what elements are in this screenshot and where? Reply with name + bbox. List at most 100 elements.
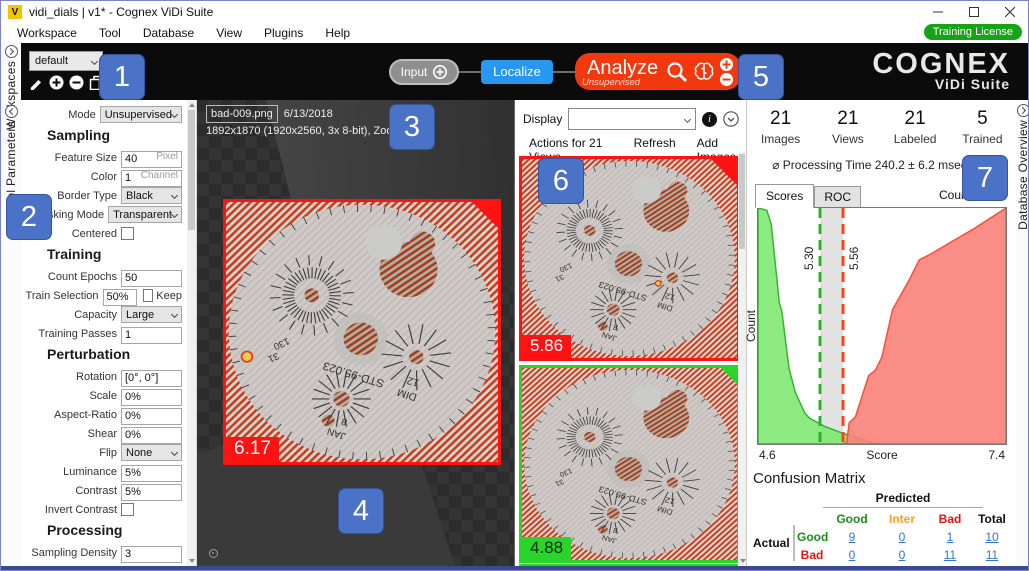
color-unit: Channel: [141, 170, 178, 181]
brand-cognex: COGNEX: [872, 50, 1010, 79]
col-header-good: Good: [829, 512, 875, 526]
menu-plugins[interactable]: Plugins: [258, 26, 309, 40]
keep-checkbox[interactable]: [143, 289, 154, 302]
col-header-total: Total: [969, 512, 1015, 526]
border-type-select[interactable]: Black: [121, 187, 182, 204]
callout-2: 2: [6, 194, 52, 240]
zoom-out-icon[interactable]: [720, 73, 733, 86]
localize-tool-button[interactable]: Localize: [481, 60, 553, 84]
col-header-bad: Bad: [927, 512, 973, 526]
display-filter-select[interactable]: [568, 108, 696, 130]
scroll-down-icon[interactable]: [189, 559, 195, 563]
svg-text:5.56: 5.56: [847, 246, 861, 270]
callout-4: 4: [338, 488, 384, 534]
tab-roc[interactable]: ROC: [814, 186, 861, 208]
aspect-ratio-input[interactable]: [121, 408, 182, 425]
thumb-score-badge: 5.86: [522, 335, 571, 358]
brain-icon: [693, 61, 716, 82]
image-date: 6/13/2018: [284, 108, 333, 120]
workflow-group: Input Localize Analyze Unsupervised: [389, 43, 741, 100]
localize-tool-label: Localize: [493, 64, 541, 79]
brand-logo: COGNEX ViDi Suite: [872, 50, 1010, 92]
close-button[interactable]: [992, 1, 1028, 23]
chevron-down-icon: [171, 211, 178, 218]
contrast-input[interactable]: [121, 484, 182, 501]
count-epochs-label: Count Epochs: [25, 271, 117, 283]
scroll-up-icon[interactable]: [189, 103, 195, 107]
perturbation-section-title: Perturbation: [47, 346, 182, 366]
masking-mode-select[interactable]: Transparent: [108, 206, 182, 223]
maximize-button[interactable]: [956, 1, 992, 23]
scale-input[interactable]: [121, 389, 182, 406]
menu-view[interactable]: View: [210, 26, 248, 40]
mode-select[interactable]: Unsupervised: [100, 106, 182, 123]
parameters-scrollbar[interactable]: [187, 100, 196, 566]
callout-6: 6: [538, 158, 584, 204]
invert-contrast-checkbox[interactable]: [121, 503, 134, 516]
tool-parameters-panel: Mode Unsupervised Sampling Feature Size …: [21, 100, 197, 566]
cm-bad-good[interactable]: 0: [849, 548, 856, 562]
stat-labeled-value: 21: [882, 108, 949, 130]
train-selection-label: Train Selection: [25, 290, 99, 302]
analyzed-view[interactable]: STD-95.02312DIM8JAN13031 6.17: [223, 199, 501, 465]
expand-right-icon[interactable]: [5, 45, 18, 58]
flip-select[interactable]: None: [121, 444, 182, 461]
menu-help[interactable]: Help: [319, 26, 356, 40]
rotation-input[interactable]: [121, 370, 182, 387]
flip-label: Flip: [25, 447, 117, 459]
minimize-button[interactable]: [920, 1, 956, 23]
cm-bad-total[interactable]: 11: [986, 548, 998, 562]
cm-good-bad[interactable]: 1: [947, 530, 954, 544]
expand-right-icon[interactable]: [1017, 104, 1029, 117]
info-icon[interactable]: [702, 112, 717, 127]
gallery-scrollbar[interactable]: [738, 152, 746, 566]
workspace-select[interactable]: default: [29, 51, 103, 71]
zoom-reset-icon[interactable]: [209, 549, 218, 558]
menu-tool[interactable]: Tool: [93, 26, 127, 40]
menu-workspace[interactable]: Workspace: [11, 26, 83, 40]
shear-input[interactable]: [121, 427, 182, 444]
col-header-inter: Inter: [879, 512, 925, 526]
analyze-tool-button[interactable]: Analyze Unsupervised: [575, 53, 741, 90]
cm-bad-inter[interactable]: 0: [899, 548, 906, 562]
centered-checkbox[interactable]: [121, 227, 134, 240]
cm-good-good[interactable]: 9: [849, 530, 856, 544]
cm-bad-bad[interactable]: 11: [944, 548, 956, 562]
predicted-header: Predicted: [823, 491, 983, 505]
zoom-in-icon[interactable]: [720, 58, 733, 71]
input-tool-button[interactable]: Input: [389, 59, 459, 85]
train-selection-input[interactable]: [103, 289, 137, 306]
training-passes-input[interactable]: [121, 327, 182, 344]
cm-good-inter[interactable]: 0: [899, 530, 906, 544]
view-thumbnail-good[interactable]: STD-95.02312DIM8JAN13031 4.88: [519, 365, 740, 563]
scores-histogram[interactable]: 5.305.56: [757, 207, 1007, 445]
capacity-select[interactable]: Large: [121, 306, 182, 323]
workflow-connector: [459, 71, 481, 73]
flip-value: None: [126, 447, 152, 459]
magnifier-icon: [665, 60, 689, 84]
chevron-down-icon: [684, 115, 691, 122]
cm-good-total[interactable]: 10: [985, 530, 998, 544]
license-badge: Training License: [924, 24, 1022, 40]
actual-header: Actual: [753, 536, 790, 550]
rename-workspace-icon[interactable]: [29, 75, 44, 90]
dial-image: STD-95.02312DIM8JAN13031: [522, 368, 737, 560]
collapse-header-icon[interactable]: [723, 111, 739, 127]
sampling-density-input[interactable]: [121, 546, 182, 563]
callout-3: 3: [389, 104, 435, 150]
menu-database[interactable]: Database: [137, 26, 200, 40]
scale-label: Scale: [25, 390, 117, 402]
tab-scores[interactable]: Scores: [755, 184, 814, 208]
collapse-left-icon[interactable]: [5, 105, 18, 118]
border-type-value: Black: [126, 190, 153, 202]
confusion-matrix: Confusion Matrix Predicted Good Inter Ba…: [753, 470, 1013, 564]
callout-1: 1: [99, 54, 145, 100]
database-overview-tab[interactable]: Database Overview: [1016, 104, 1029, 230]
add-workspace-icon[interactable]: [49, 75, 64, 90]
remove-workspace-icon[interactable]: [69, 75, 84, 90]
luminance-input[interactable]: [121, 465, 182, 482]
count-epochs-input[interactable]: [121, 270, 182, 287]
title-bar: vidi_dials | v1* - Cognex ViDi Suite: [1, 1, 1028, 23]
right-tab-strip: Database Overview: [1016, 100, 1029, 566]
actual-divider: [793, 525, 795, 561]
